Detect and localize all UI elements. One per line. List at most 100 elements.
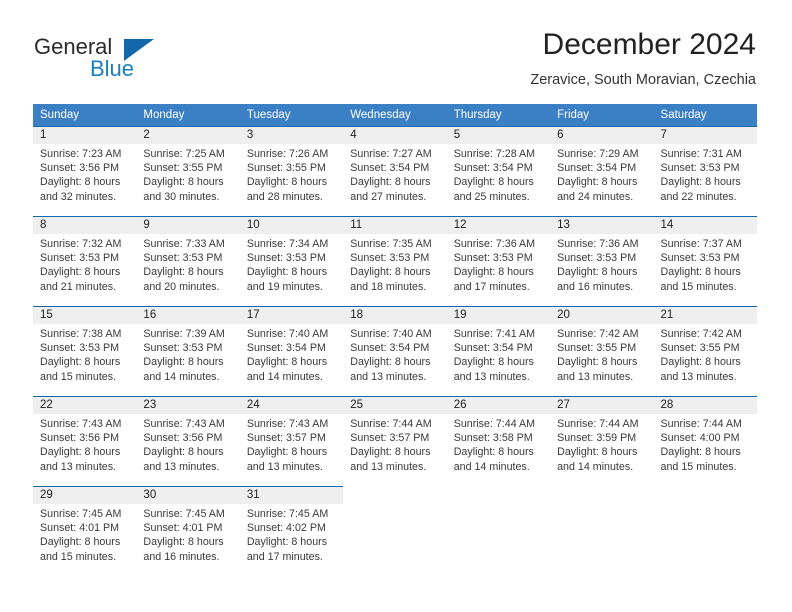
calendar-day-cell[interactable]: 6 Sunrise: 7:29 AM Sunset: 3:54 PM Daylight…	[550, 126, 654, 216]
sunset-text: Sunset: 3:57 PM	[246, 432, 326, 445]
calendar-day-cell[interactable]: 29 Sunrise: 7:45 AM Sunset: 4:01 PM Dayligh…	[33, 486, 137, 576]
daylight-text-line1: Daylight: 8 hours	[350, 446, 431, 459]
calendar-day-cell[interactable]: 14 Sunrise: 7:37 AM Sunset: 3:53 PM Dayligh…	[653, 216, 757, 306]
day-number: 22	[33, 397, 137, 414]
day-info: Sunrise: 7:41 AM Sunset: 3:54 PM Daylight:…	[447, 324, 550, 384]
day-info: Sunrise: 7:39 AM Sunset: 3:53 PM Daylight:…	[136, 324, 239, 384]
daylight-text-line1: Daylight: 8 hours	[40, 266, 121, 279]
general-blue-logo[interactable]: General Blue	[34, 34, 254, 90]
day-info: Sunrise: 7:23 AM Sunset: 3:56 PM Daylight:…	[33, 144, 136, 204]
day-info: Sunrise: 7:45 AM Sunset: 4:01 PM Daylight:…	[33, 504, 136, 564]
day-number: 16	[136, 307, 240, 324]
daylight-text-line2: and 13 minutes.	[350, 460, 427, 473]
day-info: Sunrise: 7:36 AM Sunset: 3:53 PM Daylight:…	[447, 234, 550, 294]
sunset-text: Sunset: 3:55 PM	[143, 162, 223, 175]
sunrise-text: Sunrise: 7:33 AM	[143, 238, 225, 250]
day-number: 5	[446, 127, 551, 144]
calendar-day-cell[interactable]: 22 Sunrise: 7:43 AM Sunset: 3:56 PM Dayligh…	[33, 396, 137, 486]
calendar-day-cell[interactable]: 17 Sunrise: 7:40 AM Sunset: 3:54 PM Dayligh…	[239, 306, 344, 396]
daylight-text-line1: Daylight: 8 hours	[246, 266, 328, 279]
calendar-day-cell[interactable]: 30 Sunrise: 7:45 AM Sunset: 4:01 PM Dayligh…	[136, 486, 240, 576]
day-number: 1	[33, 127, 137, 144]
calendar-day-cell[interactable]: 7 Sunrise: 7:31 AM Sunset: 3:53 PM Daylight…	[653, 126, 757, 216]
sunrise-text: Sunrise: 7:32 AM	[40, 238, 122, 250]
calendar-day-cell[interactable]: 21 Sunrise: 7:42 AM Sunset: 3:55 PM Dayligh…	[653, 306, 757, 396]
day-number	[653, 486, 757, 503]
daylight-text-line2: and 32 minutes.	[40, 190, 117, 203]
calendar-day-cell[interactable]: 9 Sunrise: 7:33 AM Sunset: 3:53 PM Daylight…	[136, 216, 240, 306]
calendar-day-cell[interactable]: 12 Sunrise: 7:36 AM Sunset: 3:53 PM Dayligh…	[446, 216, 551, 306]
day-number: 20	[550, 307, 654, 324]
daylight-text-line1: Daylight: 8 hours	[557, 176, 638, 189]
calendar-day-cell[interactable]: 8 Sunrise: 7:32 AM Sunset: 3:53 PM Daylight…	[33, 216, 137, 306]
day-number: 24	[239, 397, 344, 414]
calendar-day-cell-empty	[550, 486, 654, 576]
sunrise-text: Sunrise: 7:34 AM	[246, 238, 329, 250]
day-info: Sunrise: 7:45 AM Sunset: 4:02 PM Daylight:…	[240, 504, 343, 564]
day-number: 31	[239, 487, 344, 504]
weekday-sunday: Sunday	[40, 109, 80, 121]
calendar-day-cell[interactable]: 20 Sunrise: 7:42 AM Sunset: 3:55 PM Dayligh…	[550, 306, 654, 396]
day-number: 13	[550, 217, 654, 234]
calendar-day-cell[interactable]: 2 Sunrise: 7:25 AM Sunset: 3:55 PM Daylight…	[136, 126, 240, 216]
daylight-text-line1: Daylight: 8 hours	[246, 446, 328, 459]
sunrise-text: Sunrise: 7:42 AM	[660, 328, 742, 340]
sunset-text: Sunset: 3:54 PM	[557, 162, 637, 175]
day-info: Sunrise: 7:38 AM Sunset: 3:53 PM Daylight:…	[33, 324, 136, 384]
day-info: Sunrise: 7:43 AM Sunset: 3:56 PM Daylight:…	[136, 414, 239, 474]
calendar-day-cell-empty	[343, 486, 447, 576]
calendar-day-cell-empty	[653, 486, 757, 576]
day-info: Sunrise: 7:37 AM Sunset: 3:53 PM Daylight:…	[654, 234, 757, 294]
calendar-day-cell[interactable]: 3 Sunrise: 7:26 AM Sunset: 3:55 PM Daylight…	[239, 126, 344, 216]
weekday-friday: Friday	[557, 109, 590, 121]
calendar-day-cell[interactable]: 31 Sunrise: 7:45 AM Sunset: 4:02 PM Dayligh…	[239, 486, 344, 576]
calendar-day-cell[interactable]: 16 Sunrise: 7:39 AM Sunset: 3:53 PM Dayligh…	[136, 306, 240, 396]
daylight-text-line1: Daylight: 8 hours	[143, 356, 224, 369]
calendar-day-cell[interactable]: 19 Sunrise: 7:41 AM Sunset: 3:54 PM Dayligh…	[446, 306, 551, 396]
calendar-day-cell[interactable]: 18 Sunrise: 7:40 AM Sunset: 3:54 PM Dayligh…	[343, 306, 447, 396]
daylight-text-line2: and 14 minutes.	[557, 460, 634, 473]
daylight-text-line2: and 22 minutes.	[660, 190, 737, 203]
calendar-day-cell[interactable]: 25 Sunrise: 7:44 AM Sunset: 3:57 PM Dayligh…	[343, 396, 447, 486]
daylight-text-line2: and 14 minutes.	[143, 370, 220, 383]
calendar-day-cell[interactable]: 23 Sunrise: 7:43 AM Sunset: 3:56 PM Dayligh…	[136, 396, 240, 486]
day-info: Sunrise: 7:44 AM Sunset: 3:57 PM Daylight:…	[343, 414, 446, 474]
day-info: Sunrise: 7:25 AM Sunset: 3:55 PM Daylight:…	[136, 144, 239, 204]
sunrise-text: Sunrise: 7:44 AM	[557, 418, 639, 430]
sunrise-text: Sunrise: 7:45 AM	[143, 508, 225, 520]
sunrise-text: Sunrise: 7:43 AM	[143, 418, 225, 430]
calendar-day-cell[interactable]: 24 Sunrise: 7:43 AM Sunset: 3:57 PM Dayligh…	[239, 396, 344, 486]
calendar-day-cell[interactable]: 27 Sunrise: 7:44 AM Sunset: 3:59 PM Dayligh…	[550, 396, 654, 486]
sunrise-text: Sunrise: 7:43 AM	[40, 418, 122, 430]
calendar-day-cell[interactable]: 1 Sunrise: 7:23 AM Sunset: 3:56 PM Daylight…	[33, 126, 137, 216]
daylight-text-line1: Daylight: 8 hours	[143, 446, 224, 459]
sunset-text: Sunset: 3:53 PM	[660, 252, 740, 265]
sunset-text: Sunset: 3:53 PM	[143, 342, 223, 355]
calendar-day-cell[interactable]: 5 Sunrise: 7:28 AM Sunset: 3:54 PM Daylight…	[446, 126, 551, 216]
calendar-day-cell[interactable]: 11 Sunrise: 7:35 AM Sunset: 3:53 PM Dayligh…	[343, 216, 447, 306]
daylight-text-line2: and 16 minutes.	[557, 280, 634, 293]
calendar-day-cell[interactable]: 26 Sunrise: 7:44 AM Sunset: 3:58 PM Dayligh…	[446, 396, 551, 486]
calendar-day-cell[interactable]: 15 Sunrise: 7:38 AM Sunset: 3:53 PM Dayligh…	[33, 306, 137, 396]
calendar-day-cell[interactable]: 28 Sunrise: 7:44 AM Sunset: 4:00 PM Dayligh…	[653, 396, 757, 486]
daylight-text-line2: and 16 minutes.	[143, 550, 220, 563]
sunrise-text: Sunrise: 7:39 AM	[143, 328, 225, 340]
day-number: 27	[550, 397, 654, 414]
day-number: 7	[653, 127, 757, 144]
day-number: 25	[343, 397, 447, 414]
daylight-text-line1: Daylight: 8 hours	[557, 446, 638, 459]
sunset-text: Sunset: 4:01 PM	[40, 522, 120, 535]
sunset-text: Sunset: 3:53 PM	[660, 162, 740, 175]
weekday-thursday: Thursday	[453, 109, 502, 121]
day-info: Sunrise: 7:28 AM Sunset: 3:54 PM Daylight:…	[447, 144, 550, 204]
sunset-text: Sunset: 3:55 PM	[246, 162, 326, 175]
day-number	[550, 486, 654, 503]
day-info: Sunrise: 7:33 AM Sunset: 3:53 PM Daylight:…	[136, 234, 239, 294]
sunset-text: Sunset: 3:53 PM	[246, 252, 326, 265]
calendar-day-cell[interactable]: 10 Sunrise: 7:34 AM Sunset: 3:53 PM Dayligh…	[239, 216, 344, 306]
daylight-text-line1: Daylight: 8 hours	[143, 176, 224, 189]
calendar-day-cell[interactable]: 4 Sunrise: 7:27 AM Sunset: 3:54 PM Daylight…	[343, 126, 447, 216]
daylight-text-line2: and 24 minutes.	[557, 190, 634, 203]
calendar-day-cell[interactable]: 13 Sunrise: 7:36 AM Sunset: 3:53 PM Dayligh…	[550, 216, 654, 306]
daylight-text-line2: and 13 minutes.	[143, 460, 220, 473]
